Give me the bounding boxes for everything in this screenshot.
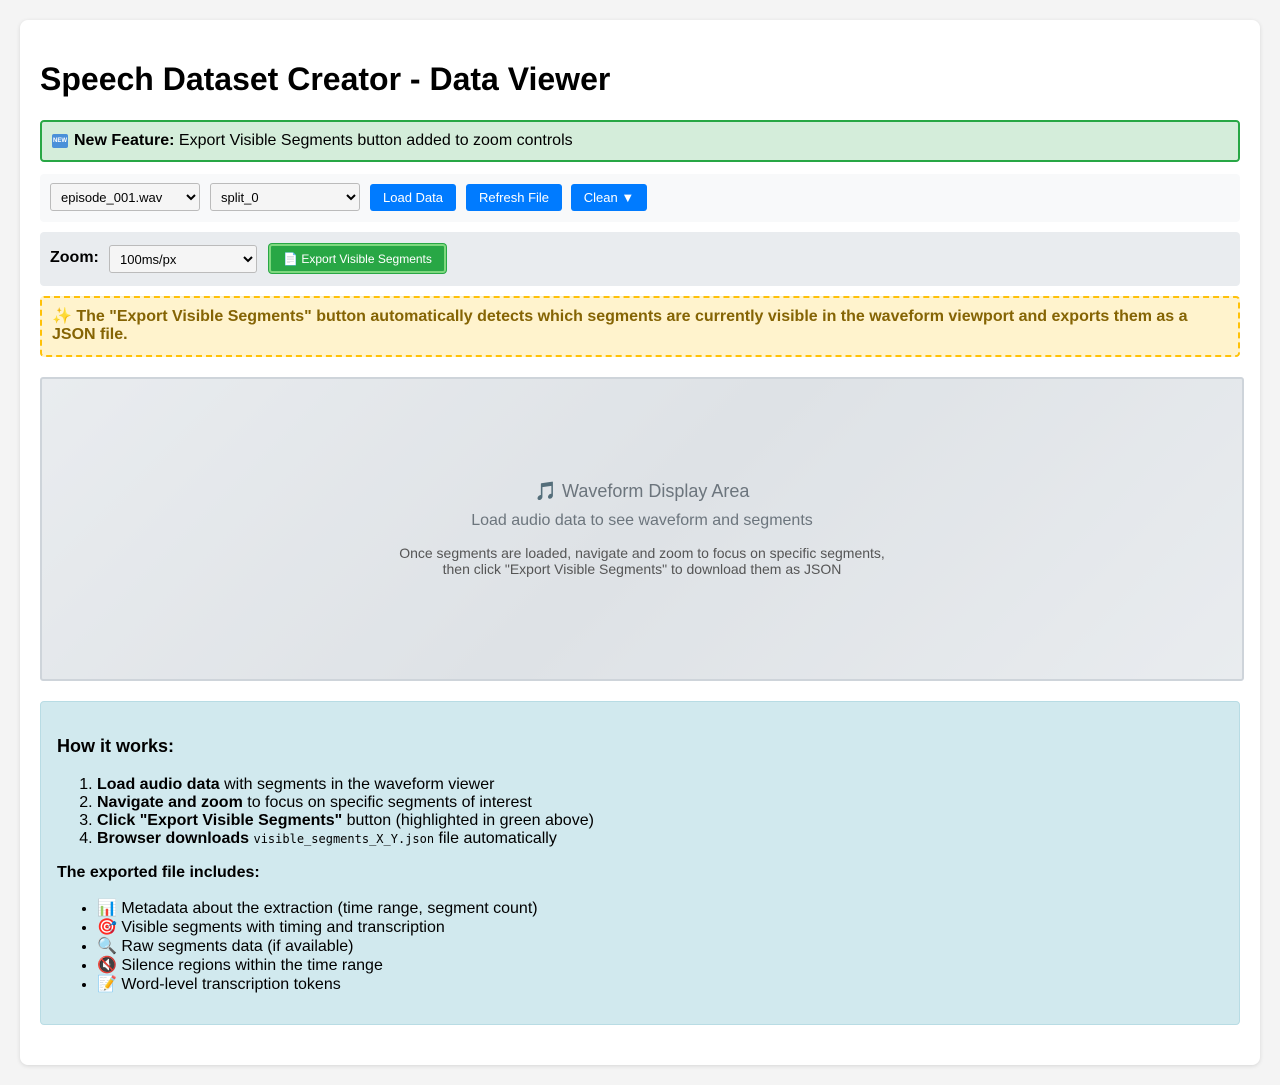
export-tip: ✨ The "Export Visible Segments" button a… xyxy=(40,296,1240,357)
waveform-hint: Once segments are loaded, navigate and z… xyxy=(42,545,1242,577)
steps-list: Load audio data with segments in the wav… xyxy=(57,776,594,848)
step-strong: Click "Export Visible Segments" xyxy=(97,812,343,829)
step-strong: Navigate and zoom xyxy=(97,794,243,811)
clean-dropdown-button[interactable]: Clean ▼ xyxy=(571,184,647,211)
include-item: 🔇 Silence regions within the time range xyxy=(97,956,538,975)
filename-code: visible_segments_X_Y.json xyxy=(253,832,435,846)
export-visible-segments-button[interactable]: 📄 Export Visible Segments xyxy=(269,244,446,273)
zoom-controls: Zoom: 100ms/px 📄 Export Visible Segments xyxy=(40,232,1240,286)
how-heading: How it works: xyxy=(57,736,175,756)
step-text: with segments in the waveform viewer xyxy=(219,776,495,793)
file-select[interactable]: episode_001.wav xyxy=(50,183,200,211)
banner-text: Export Visible Segments button added to … xyxy=(174,132,573,149)
how-it-works-panel: How it works: Load audio data with segme… xyxy=(40,701,1240,1025)
step-item: Browser downloads visible_segments_X_Y.j… xyxy=(97,830,594,848)
waveform-hint-line1: Once segments are loaded, navigate and z… xyxy=(399,545,885,561)
page-title: Speech Dataset Creator - Data Viewer xyxy=(40,61,611,97)
new-badge-icon: NEW xyxy=(52,133,68,148)
controls-bar: episode_001.wav split_0 Load Data Refres… xyxy=(40,174,1240,222)
step-strong: Load audio data xyxy=(97,776,220,793)
main-card: Speech Dataset Creator - Data Viewer NEW… xyxy=(20,20,1260,1065)
waveform-hint-line2: then click "Export Visible Segments" to … xyxy=(442,561,842,577)
step-text: button (highlighted in green above) xyxy=(342,812,594,829)
waveform-display-area[interactable]: 🎵 Waveform Display Area Load audio data … xyxy=(40,377,1244,681)
step-text: file automatically xyxy=(434,830,557,847)
step-item: Load audio data with segments in the wav… xyxy=(97,776,594,794)
include-item: 📝 Word-level transcription tokens xyxy=(97,975,538,994)
step-strong: Browser downloads xyxy=(97,830,250,847)
include-item: 📊 Metadata about the extraction (time ra… xyxy=(97,899,538,918)
zoom-label: Zoom: xyxy=(50,249,99,266)
refresh-file-button[interactable]: Refresh File xyxy=(466,184,562,211)
waveform-title: 🎵 Waveform Display Area xyxy=(534,481,750,501)
banner-strong: New Feature: xyxy=(74,132,175,149)
step-item: Click "Export Visible Segments" button (… xyxy=(97,812,594,830)
include-item: 🔍 Raw segments data (if available) xyxy=(97,937,538,956)
new-feature-banner: NEW New Feature: Export Visible Segments … xyxy=(40,120,1240,162)
load-data-button[interactable]: Load Data xyxy=(370,184,456,211)
step-text: to focus on specific segments of interes… xyxy=(242,794,532,811)
zoom-select[interactable]: 100ms/px xyxy=(109,245,257,273)
includes-heading: The exported file includes: xyxy=(57,864,260,881)
step-item: Navigate and zoom to focus on specific s… xyxy=(97,794,594,812)
waveform-subtitle: Load audio data to see waveform and segm… xyxy=(471,512,813,529)
includes-list: 📊 Metadata about the extraction (time ra… xyxy=(57,899,538,994)
include-item: 🎯 Visible segments with timing and trans… xyxy=(97,918,538,937)
split-select[interactable]: split_0 xyxy=(210,183,360,211)
